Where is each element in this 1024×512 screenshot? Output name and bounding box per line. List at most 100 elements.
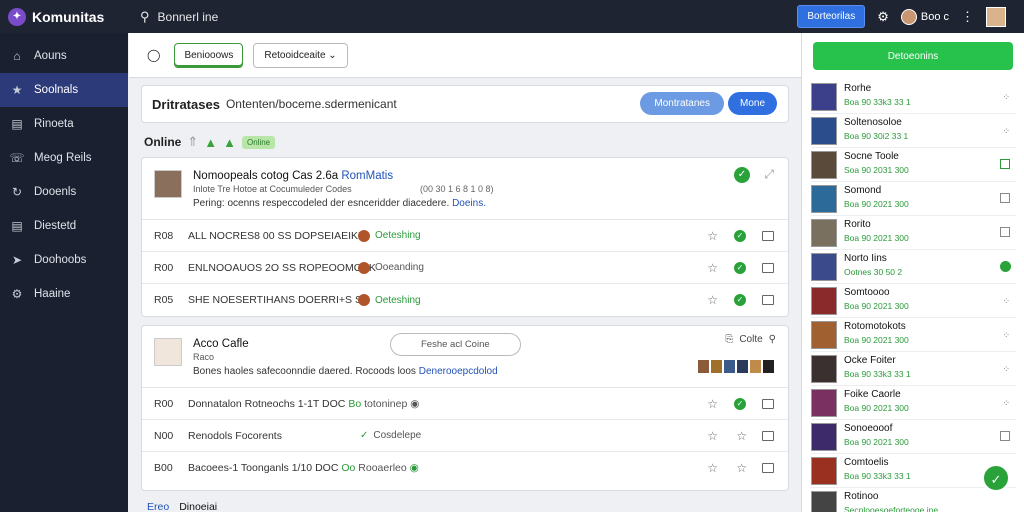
- menu-icon[interactable]: ⋮: [961, 9, 974, 25]
- sidebar-item-6[interactable]: ➤ Doohoobs: [0, 243, 128, 277]
- table-row[interactable]: R00 Donnatalon Rotneochs 1-1T DOC Bo tot…: [142, 388, 788, 420]
- author-avatar[interactable]: [154, 338, 182, 366]
- participant-avatar[interactable]: [737, 360, 748, 373]
- star-icon[interactable]: ☆: [736, 461, 747, 475]
- table-row[interactable]: N00 Renodols Focorents ✓ Cosdelepe ☆ ☆: [142, 420, 788, 452]
- check-icon[interactable]: ✓: [734, 397, 746, 410]
- member-name: Somtoooo: [844, 287, 890, 298]
- phone-icon: ☏: [9, 151, 25, 165]
- check-icon[interactable]: [1000, 261, 1011, 272]
- participant-avatar[interactable]: [724, 360, 735, 373]
- member-list-item[interactable]: Sonoeooof Boa 90 2021 300: [811, 420, 1016, 454]
- checkbox[interactable]: [1000, 227, 1010, 237]
- settings-icon[interactable]: ⚙: [877, 9, 889, 25]
- message-icon[interactable]: [762, 262, 774, 273]
- table-row[interactable]: R08 ALL NOCRES8 00 SS DOPSEIAEIKE Oetesh…: [142, 220, 788, 252]
- member-list-item[interactable]: Rotomotokots Boa 90 2021 300 ⁘: [811, 318, 1016, 352]
- member-list-item[interactable]: Rorito Boa 90 2021 300: [811, 216, 1016, 250]
- star-icon[interactable]: ☆: [736, 429, 747, 443]
- card-title: Acco Cafle: [193, 338, 249, 350]
- member-list-item[interactable]: Somond Boa 90 2021 300: [811, 182, 1016, 216]
- member-list-item[interactable]: Rorhe Boa 90 33k3 33 1 ⁘: [811, 80, 1016, 114]
- sidebar-item-7[interactable]: ⚙ Haaine: [0, 277, 128, 311]
- tab-primary[interactable]: Beniooows: [174, 42, 244, 68]
- star-icon[interactable]: ☆: [707, 229, 718, 243]
- description-link[interactable]: Doeins.: [452, 198, 486, 209]
- pin-icon[interactable]: ⤢: [764, 167, 774, 182]
- star-icon[interactable]: ☆: [707, 293, 718, 307]
- drag-handle-icon[interactable]: ⁘: [1002, 398, 1010, 409]
- star-icon[interactable]: ☆: [707, 461, 718, 475]
- brand[interactable]: ✦ Komunitas: [0, 7, 128, 26]
- checkbox[interactable]: [1000, 159, 1010, 169]
- sidebar-item-4[interactable]: ↻ Dooenls: [0, 175, 128, 209]
- primary-button[interactable]: Borteorilas: [797, 5, 866, 28]
- checkbox[interactable]: [1000, 193, 1010, 203]
- checkbox[interactable]: [1000, 431, 1010, 441]
- star-icon[interactable]: ☆: [707, 397, 718, 411]
- message-icon[interactable]: [762, 398, 774, 409]
- check-icon[interactable]: ✓: [734, 229, 746, 242]
- drag-handle-icon[interactable]: ⁘: [1002, 364, 1010, 375]
- drag-handle-icon[interactable]: ⁘: [1002, 330, 1010, 341]
- participant-avatar[interactable]: [763, 360, 774, 373]
- member-name: Comtoelis: [844, 457, 889, 468]
- star-icon[interactable]: ☆: [707, 429, 718, 443]
- member-meta: Boa 90 30i2 33 1: [844, 131, 909, 141]
- top-search-text: Bonnerl ine: [157, 9, 219, 24]
- member-list-item[interactable]: Norto Iins Ootnes 30 50 2: [811, 250, 1016, 284]
- sidebar-item-0[interactable]: ⌂ Aouns: [0, 39, 128, 73]
- drag-handle-icon[interactable]: ⁘: [1002, 296, 1010, 307]
- chat-icon[interactable]: ◯: [147, 48, 160, 62]
- author-avatar[interactable]: [154, 170, 182, 198]
- member-list-item[interactable]: Soltenosoloe Boa 90 30i2 33 1 ⁘: [811, 114, 1016, 148]
- table-row[interactable]: R05 SHE NOESERTIHANS DOERRI+S SS Oeteshi…: [142, 284, 788, 316]
- member-list-item[interactable]: Somtoooo Boa 90 2021 300 ⁘: [811, 284, 1016, 318]
- drag-handle-icon[interactable]: ⁘: [1002, 126, 1010, 137]
- star-icon[interactable]: ☆: [707, 261, 718, 275]
- participant-avatar[interactable]: [698, 360, 709, 373]
- search-input[interactable]: Ontenten/boceme.sdermenicant: [226, 97, 397, 111]
- check-icon[interactable]: ✓: [734, 167, 750, 183]
- profile-avatar[interactable]: [986, 6, 1006, 27]
- message-icon[interactable]: [762, 463, 774, 473]
- description-link[interactable]: Denerooepcdolod: [419, 366, 498, 377]
- right-panel-button[interactable]: Detoeonins: [813, 42, 1013, 70]
- more-button[interactable]: Mone: [727, 92, 777, 115]
- bottom-link[interactable]: Ereo: [147, 501, 169, 512]
- message-icon[interactable]: [762, 295, 774, 305]
- filter-pill-button[interactable]: Feshe acl Coine: [390, 333, 521, 356]
- participant-avatar[interactable]: [750, 360, 761, 373]
- search-icon: ⚲: [140, 8, 150, 24]
- message-icon[interactable]: [762, 230, 774, 241]
- actions-label[interactable]: Colte: [739, 334, 762, 345]
- member-list-item[interactable]: Socne Toole Soa 90 2031 300: [811, 148, 1016, 182]
- floating-check-button[interactable]: ✓: [982, 464, 1010, 492]
- right-panel: Detoeonins Rorhe Boa 90 33k3 33 1 ⁘ Solteno…: [801, 33, 1024, 512]
- filter-dropdown[interactable]: Retooidceaite ⌄: [253, 42, 348, 68]
- check-icon[interactable]: ✓: [734, 261, 746, 274]
- secondary-action-button[interactable]: Montratanes: [640, 92, 724, 115]
- participant-avatar[interactable]: [711, 360, 722, 373]
- search-icon[interactable]: ⚲: [769, 334, 776, 345]
- author-link[interactable]: RomMatis: [341, 170, 393, 182]
- sidebar-item-1[interactable]: ★ Soolnals: [0, 73, 128, 107]
- member-list-item[interactable]: Rotinoo Secnlooesoeforteooe ine: [811, 488, 1016, 512]
- clipboard-icon[interactable]: ⎘: [725, 334, 733, 345]
- member-list-item[interactable]: Ocke Foiter Boa 90 33k3 33 1 ⁘: [811, 352, 1016, 386]
- top-search[interactable]: ⚲ Bonnerl ine: [140, 9, 218, 25]
- sidebar-item-5[interactable]: ▤ Diestetd: [0, 209, 128, 243]
- sidebar-item-2[interactable]: ▤ Rinoeta: [0, 107, 128, 141]
- member-name: Foike Caorle: [844, 389, 901, 400]
- drag-handle-icon[interactable]: ⁘: [1002, 92, 1010, 103]
- member-thumbnail: [811, 150, 837, 179]
- table-row[interactable]: R00 ENLNOOAUOS 2O SS ROPEOOMOSK Ooeandin…: [142, 252, 788, 284]
- user-name: Boo c: [920, 10, 949, 23]
- table-row[interactable]: B00 Bacoees-1 Toonganls 1/10 DOC Oo Rooa…: [142, 452, 788, 484]
- check-icon[interactable]: ✓: [734, 294, 746, 306]
- message-icon[interactable]: [762, 430, 774, 441]
- member-list-item[interactable]: Foike Caorle Boa 90 2021 300 ⁘: [811, 386, 1016, 420]
- sidebar-item-3[interactable]: ☏ Meog Reils: [0, 141, 128, 175]
- status-avatar: [358, 229, 370, 242]
- user-menu[interactable]: Boo c: [900, 8, 949, 25]
